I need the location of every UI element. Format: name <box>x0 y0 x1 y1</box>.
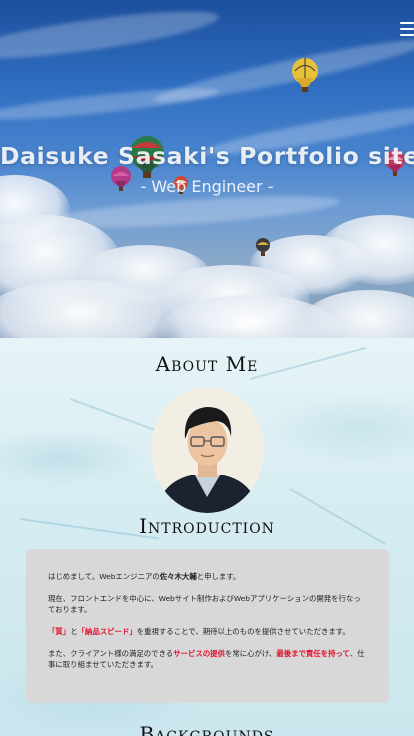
hot-air-balloon-icon <box>292 58 318 92</box>
cloud <box>300 290 414 338</box>
intro-paragraph-2: 現在、フロントエンドを中心に、Webサイト制作およびWebアプリケーションの開発… <box>48 594 361 614</box>
hot-air-balloon-icon <box>256 238 270 256</box>
profile-photo-avatar <box>151 387 264 513</box>
hero-title: Daisuke Sasaki's Portfolio site <box>0 142 414 170</box>
highlight-service: サービスの提供 <box>173 649 225 658</box>
sky-streak <box>0 2 221 68</box>
highlight-quality: 「質」 <box>48 627 71 636</box>
highlight-speed: 「納品スピード」 <box>77 627 137 636</box>
hamburger-menu-icon[interactable] <box>400 22 414 36</box>
highlight-responsibility: 最後まで責任を持って <box>276 649 350 658</box>
introduction-heading: Introduction <box>139 514 275 538</box>
about-me-heading: About Me <box>155 352 259 376</box>
backgrounds-heading: Backgrounds <box>139 722 275 736</box>
intro-paragraph-3: 「質」と「納品スピード」を重視することで、期待以上のものを提供させていただきます… <box>48 626 367 637</box>
intro-text: と <box>70 627 78 636</box>
hero-subtitle: - Web Engineer - <box>140 177 274 196</box>
intro-text: はじめまして。Webエンジニアの <box>48 572 160 581</box>
intro-paragraph-1: はじめまして。Webエンジニアの佐々木大輔と申します。 <box>48 571 367 582</box>
introduction-text-box: はじめまして。Webエンジニアの佐々木大輔と申します。 現在、フロントエンドを中… <box>26 549 389 703</box>
author-name: 佐々木大輔 <box>159 572 197 581</box>
sky-streak <box>0 82 221 126</box>
intro-paragraph-4: また、クライアント様の満足のできるサービスの提供を常に心がけ、最後まで責任を持っ… <box>48 648 367 670</box>
intro-text: と申します。 <box>196 572 241 581</box>
intro-text: を重視することで、期待以上のものを提供させていただきます。 <box>136 627 350 636</box>
hero-section: Daisuke Sasaki's Portfolio site - Web En… <box>0 0 414 338</box>
intro-text: を常に心がけ、 <box>224 649 277 658</box>
ice-crack <box>69 398 155 431</box>
intro-text: また、クライアント様の満足のできる <box>48 649 174 658</box>
